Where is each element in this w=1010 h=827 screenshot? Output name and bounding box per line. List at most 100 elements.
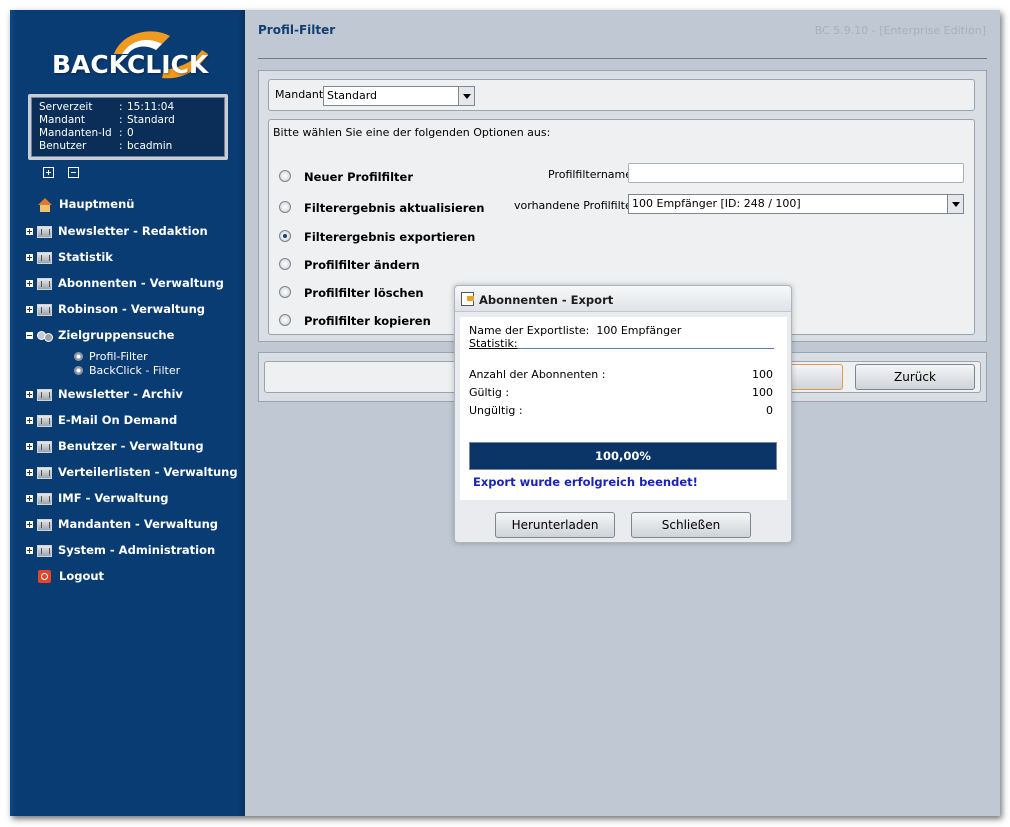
logo-text: BACKCLICK	[52, 50, 209, 79]
app-window: BACKCLICK Serverzeit:15:11:04 Mandant: St…	[10, 10, 1000, 816]
vorhandene-profilfilter-label: vorhandene Profilfilter:	[514, 199, 640, 212]
nav-item-imf-verwaltung[interactable]: IMF - Verwaltung	[26, 489, 169, 507]
server-info-box: Serverzeit:15:11:04 Mandant: Standard Man…	[28, 94, 228, 160]
divider	[258, 58, 987, 59]
export-list-row: Name der Exportliste: 100 Empfänger	[469, 324, 682, 337]
expand-icon[interactable]	[26, 254, 33, 261]
nav-item-zielgruppensuche[interactable]: Zielgruppensuche	[26, 326, 174, 344]
stat-label: Anzahl der Abonnenten :	[469, 368, 606, 381]
folder-icon	[37, 466, 52, 479]
dialog-title: Abonnenten - Export	[479, 293, 614, 307]
logout-icon	[38, 570, 51, 583]
info-row-benutzer: Benutzer: bcadmin	[39, 140, 173, 152]
option-label: Profilfilter kopieren	[304, 314, 431, 328]
nav-item-statistik[interactable]: Statistik	[26, 248, 113, 266]
collapse-icon[interactable]	[26, 332, 33, 339]
mandant-select[interactable]: Standard	[323, 86, 475, 106]
close-button[interactable]: Schließen	[631, 512, 751, 538]
nav-item-logout[interactable]: Logout	[26, 567, 104, 585]
dialog-header: Abonnenten - Export	[455, 286, 791, 312]
mandant-label: Mandant:	[275, 88, 327, 101]
nav-item-verteilerlisten-verwaltung[interactable]: Verteilerlisten - Verwaltung	[26, 463, 238, 481]
folder-icon	[37, 251, 52, 264]
progress-bar: 100,00%	[469, 442, 777, 470]
folder-icon	[37, 277, 52, 290]
expand-icon[interactable]	[26, 280, 33, 287]
option-label: Filterergebnis exportieren	[304, 230, 476, 244]
progress-text: 100,00%	[595, 449, 651, 463]
nav-item-system-administration[interactable]: System - Administration	[26, 541, 215, 559]
stat-value: 100	[752, 386, 773, 399]
nav-item-newsletter-archiv[interactable]: Newsletter - Archiv	[26, 385, 183, 403]
dialog-body: Name der Exportliste: 100 Empfänger Stat…	[460, 317, 787, 500]
folder-icon	[37, 544, 52, 557]
gear-icon	[74, 366, 83, 375]
chevron-down-icon[interactable]	[947, 195, 963, 213]
folder-icon	[37, 414, 52, 427]
radio-profilfilter-loeschen[interactable]	[279, 286, 291, 298]
radio-neuer-profilfilter[interactable]	[279, 170, 291, 182]
sidebar: BACKCLICK Serverzeit:15:11:04 Mandant: St…	[10, 10, 245, 816]
folder-icon	[37, 225, 52, 238]
expand-icon[interactable]	[26, 228, 33, 235]
stat-value: 0	[766, 404, 773, 417]
option-label: Neuer Profilfilter	[304, 170, 413, 184]
hidden-action-button[interactable]	[789, 364, 843, 390]
gear-icon	[74, 352, 83, 361]
statistik-label: Statistik:	[469, 337, 518, 350]
expand-icon[interactable]	[26, 469, 33, 476]
mandant-box: Mandant: Standard	[268, 79, 975, 111]
stat-label: Ungültig :	[469, 404, 523, 417]
info-row-serverzeit: Serverzeit:15:11:04	[39, 101, 175, 113]
folder-icon	[37, 440, 52, 453]
collapse-all-icon[interactable]	[68, 167, 79, 178]
expand-icon[interactable]	[26, 443, 33, 450]
profilfiltername-input[interactable]	[628, 163, 964, 183]
nav-item-mandanten-verwaltung[interactable]: Mandanten - Verwaltung	[26, 515, 218, 533]
nav-subitem-profil-filter[interactable]: Profil-Filter	[74, 350, 148, 363]
info-row-mandant: Mandant: Standard	[39, 114, 175, 126]
radio-profilfilter-aendern[interactable]	[279, 258, 291, 270]
nav-subitem-backclick-filter[interactable]: BackClick - Filter	[74, 364, 180, 377]
home-icon	[37, 197, 53, 212]
expand-icon[interactable]	[26, 391, 33, 398]
folder-icon	[37, 518, 52, 531]
options-prompt: Bitte wählen Sie eine der folgenden Opti…	[273, 126, 551, 139]
radio-filterergebnis-exportieren[interactable]	[279, 230, 291, 242]
nav-item-email-on-demand[interactable]: E-Mail On Demand	[26, 411, 177, 429]
option-label: Profilfilter ändern	[304, 258, 420, 272]
folder-icon	[37, 303, 52, 316]
nav-item-hauptmenue[interactable]: Hauptmenü	[26, 195, 134, 213]
option-label: Profilfilter löschen	[304, 286, 424, 300]
nav-item-newsletter-redaktion[interactable]: Newsletter - Redaktion	[26, 222, 208, 240]
search-icon	[37, 330, 53, 342]
expand-icon[interactable]	[26, 521, 33, 528]
chevron-down-icon[interactable]	[458, 87, 474, 105]
vorhandene-profilfilter-select[interactable]: 100 Empfänger [ID: 248 / 100]	[628, 194, 964, 214]
nav-item-benutzer-verwaltung[interactable]: Benutzer - Verwaltung	[26, 437, 204, 455]
folder-icon	[37, 492, 52, 505]
expand-icon[interactable]	[26, 495, 33, 502]
export-dialog: Abonnenten - Export Name der Exportliste…	[454, 285, 792, 543]
folder-icon	[37, 388, 52, 401]
page-title: Profil-Filter	[258, 23, 336, 37]
download-button[interactable]: Herunterladen	[495, 512, 615, 538]
stat-label: Gültig :	[469, 386, 510, 399]
expand-icon[interactable]	[26, 417, 33, 424]
nav-item-robinson-verwaltung[interactable]: Robinson - Verwaltung	[26, 300, 205, 318]
logo: BACKCLICK	[52, 24, 212, 94]
expand-all-icon[interactable]	[43, 167, 54, 178]
export-icon	[461, 292, 474, 306]
info-row-mandanten-id: Mandanten-Id:0	[39, 127, 134, 139]
profilfiltername-label: Profilfiltername:	[548, 168, 636, 181]
tree-controls	[43, 167, 93, 181]
expand-icon[interactable]	[26, 547, 33, 554]
radio-filterergebnis-aktualisieren[interactable]	[279, 201, 291, 213]
nav-item-abonnenten-verwaltung[interactable]: Abonnenten - Verwaltung	[26, 274, 224, 292]
stat-value: 100	[752, 368, 773, 381]
radio-profilfilter-kopieren[interactable]	[279, 314, 291, 326]
success-message: Export wurde erfolgreich beendet!	[473, 475, 698, 489]
option-label: Filterergebnis aktualisieren	[304, 201, 485, 215]
back-button[interactable]: Zurück	[855, 364, 975, 390]
expand-icon[interactable]	[26, 306, 33, 313]
